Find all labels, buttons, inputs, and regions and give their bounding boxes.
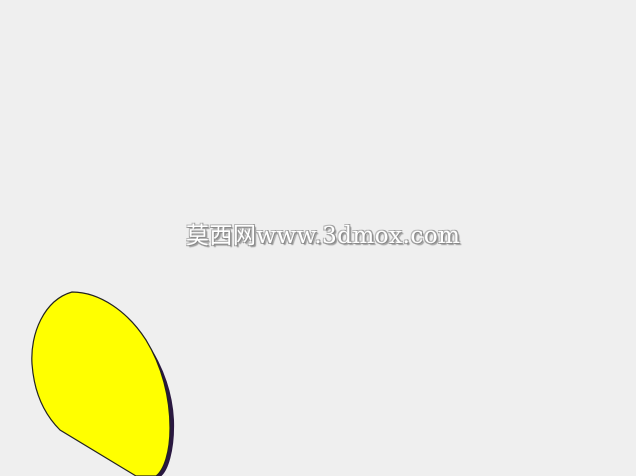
render-viewport: 莫西网www.3dmox.com: [0, 0, 636, 476]
site-watermark: 莫西网www.3dmox.com: [186, 223, 461, 249]
disc-face: [31, 291, 171, 476]
